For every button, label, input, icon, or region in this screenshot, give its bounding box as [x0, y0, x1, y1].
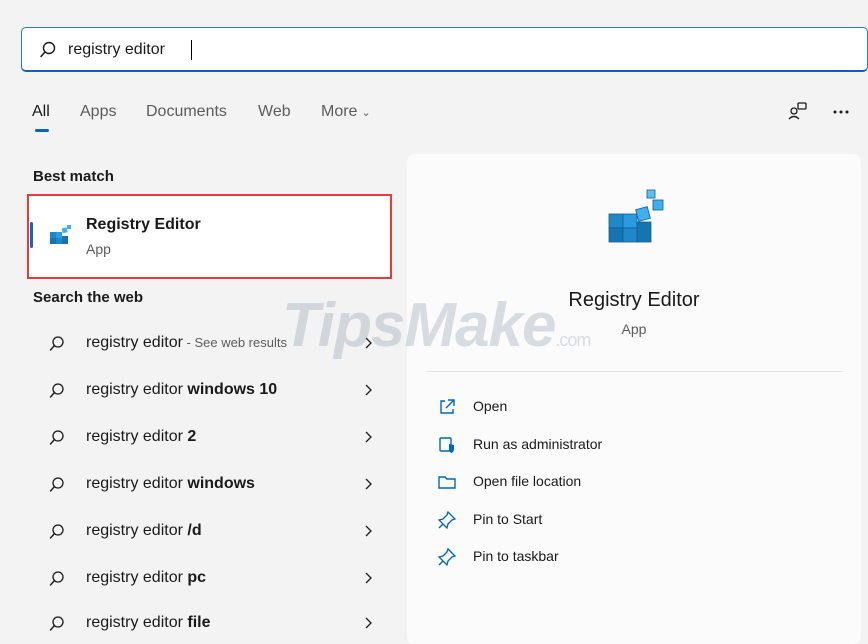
web-suggestion[interactable]: registry editor pc	[30, 559, 390, 599]
search-icon	[49, 430, 64, 445]
web-suggestion[interactable]: registry editor windows 10	[30, 371, 390, 411]
web-suggestion-text: registry editor pc	[86, 569, 207, 586]
chevron-right-icon	[365, 617, 372, 629]
more-ellipsis-icon[interactable]	[829, 100, 853, 124]
action-label: Pin to Start	[473, 511, 543, 527]
web-suggestion-text: registry editor 2	[86, 428, 197, 445]
tab-more-label: More	[321, 103, 358, 120]
action-label: Run as administrator	[473, 436, 603, 452]
detail-subtitle: App	[621, 321, 647, 337]
tab-web[interactable]: Web	[258, 103, 291, 121]
chevron-right-icon	[365, 572, 372, 584]
best-match-title: Registry Editor	[86, 216, 201, 233]
web-suggestion-text: registry editor windows	[86, 475, 255, 492]
chevron-right-icon	[365, 337, 372, 349]
tab-apps[interactable]: Apps	[80, 103, 116, 121]
web-suggestion-text: registry editor file	[86, 614, 211, 631]
share-people-icon[interactable]	[786, 100, 810, 124]
chevron-right-icon	[365, 384, 372, 396]
web-suggestion-text: registry editor - See web results	[86, 334, 287, 351]
web-suggestion-text: registry editor /d	[86, 522, 202, 539]
detail-panel: Registry Editor App Open Run as administ…	[407, 154, 861, 644]
divider	[427, 371, 843, 372]
pin-to-start-action[interactable]: Pin to Start	[437, 505, 817, 535]
best-match-subtitle: App	[86, 241, 111, 257]
search-web-heading: Search the web	[33, 289, 144, 306]
web-suggestion[interactable]: registry editor file	[30, 604, 390, 644]
search-icon	[49, 477, 64, 492]
open-file-location-action[interactable]: Open file location	[437, 467, 817, 497]
search-icon	[40, 41, 56, 58]
web-suggestion-text: registry editor windows 10	[86, 381, 278, 398]
run-as-admin-action[interactable]: Run as administrator	[437, 430, 817, 460]
search-box[interactable]	[21, 27, 868, 72]
tab-all[interactable]: All	[32, 103, 50, 121]
chevron-right-icon	[365, 525, 372, 537]
chevron-down-icon: ⌄	[361, 107, 371, 119]
chevron-right-icon	[365, 431, 372, 443]
best-match-result[interactable]: Registry Editor App	[27, 194, 392, 279]
text-caret	[191, 40, 192, 60]
tab-documents[interactable]: Documents	[146, 103, 227, 121]
search-icon	[49, 616, 64, 631]
selection-indicator	[30, 222, 33, 248]
pin-icon	[437, 547, 457, 567]
active-tab-indicator	[35, 129, 49, 132]
chevron-right-icon	[365, 478, 372, 490]
shield-admin-icon	[439, 437, 454, 453]
action-label: Open	[473, 398, 508, 414]
action-label: Open file location	[473, 473, 582, 489]
detail-title: Registry Editor	[568, 289, 700, 311]
web-suggestion[interactable]: registry editor 2	[30, 418, 390, 458]
web-suggestion[interactable]: registry editor - See web results	[30, 324, 390, 364]
action-label: Pin to taskbar	[473, 548, 559, 564]
registry-editor-icon	[50, 225, 71, 244]
open-external-icon	[440, 399, 455, 414]
search-icon	[49, 524, 64, 539]
registry-editor-icon	[608, 189, 664, 243]
tab-more[interactable]: More ⌄	[321, 103, 371, 121]
open-action[interactable]: Open	[437, 392, 817, 422]
search-input[interactable]	[68, 36, 828, 64]
search-icon	[49, 336, 64, 351]
web-suggestion[interactable]: registry editor /d	[30, 512, 390, 552]
best-match-heading: Best match	[33, 168, 114, 185]
pin-icon	[437, 510, 457, 530]
search-icon	[49, 383, 64, 398]
pin-to-taskbar-action[interactable]: Pin to taskbar	[437, 542, 817, 572]
search-icon	[49, 571, 64, 586]
folder-icon	[438, 476, 456, 489]
web-suggestion[interactable]: registry editor windows	[30, 465, 390, 505]
